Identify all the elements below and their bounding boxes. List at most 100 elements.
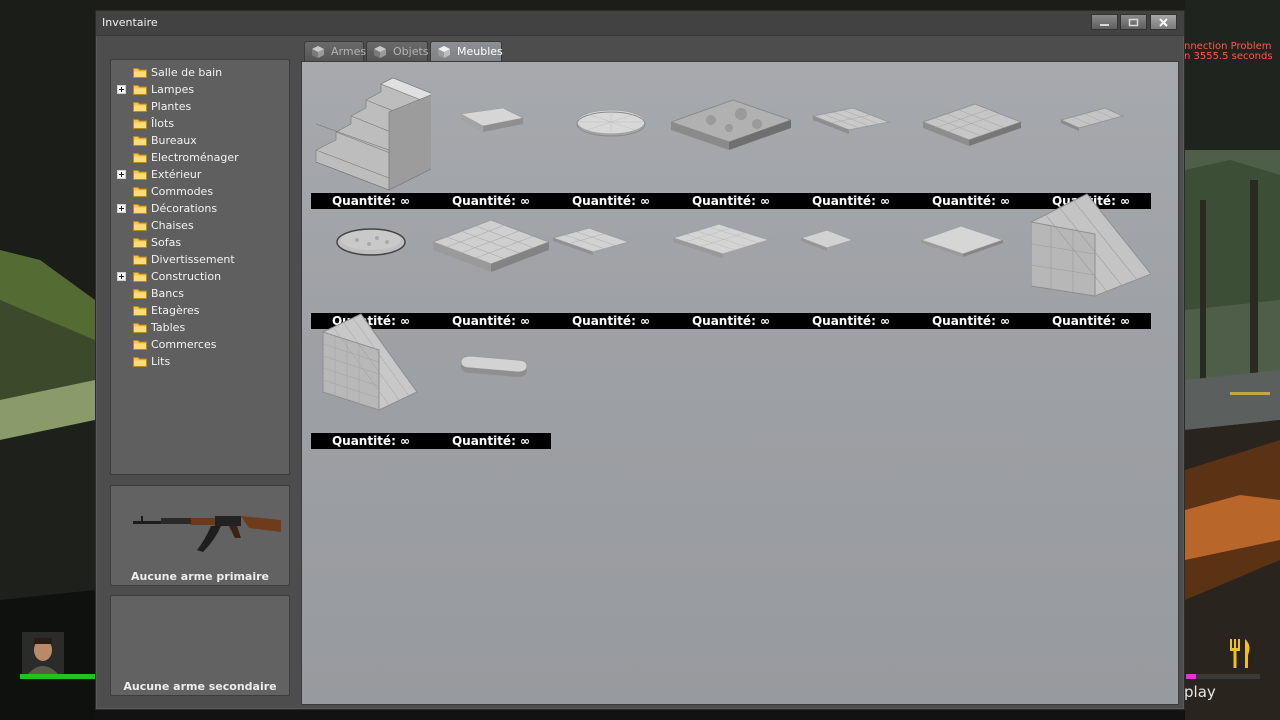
category-item[interactable]: Sofas [111, 234, 289, 251]
inventory-item[interactable]: Quantité: ∞ [671, 72, 791, 209]
category-item[interactable]: Commodes [111, 183, 289, 200]
category-item[interactable]: Îlots [111, 115, 289, 132]
roleplay-hud-text: play [1184, 683, 1216, 701]
close-button[interactable] [1150, 14, 1177, 30]
category-label: Extérieur [151, 168, 202, 181]
folder-icon [133, 85, 147, 95]
category-item[interactable]: Lampes [111, 81, 289, 98]
tab-label: Meubles [457, 45, 503, 58]
category-item[interactable]: Lits [111, 353, 289, 370]
category-item[interactable]: Bureaux [111, 132, 289, 149]
expand-icon[interactable] [117, 170, 126, 179]
inventory-item[interactable]: Quantité: ∞ [911, 192, 1031, 329]
tab-meubles[interactable]: Meubles [430, 41, 503, 62]
category-item[interactable]: Décorations [111, 200, 289, 217]
folder-icon [133, 119, 147, 129]
quantity-label: Quantité: ∞ [671, 313, 791, 329]
category-label: Bancs [151, 287, 185, 300]
cube-icon [312, 46, 324, 58]
category-label: Tables [151, 321, 186, 334]
furniture-model-icon [921, 103, 1023, 146]
inventory-item[interactable]: Quantité: ∞ [671, 192, 791, 329]
category-label: Plantes [151, 100, 192, 113]
furniture-model-icon [919, 225, 1005, 257]
category-item[interactable]: Etagères [111, 302, 289, 319]
inventory-item[interactable]: Quantité: ∞ [431, 192, 551, 329]
category-item[interactable]: Electroménager [111, 149, 289, 166]
folder-icon [133, 272, 147, 282]
close-icon [1159, 17, 1168, 27]
maximize-button[interactable] [1120, 14, 1147, 30]
category-item[interactable]: Plantes [111, 98, 289, 115]
folder-icon [133, 306, 147, 316]
minimize-button[interactable] [1091, 14, 1118, 30]
inventory-item[interactable]: Quantité: ∞ [431, 72, 551, 209]
category-item[interactable]: Chaises [111, 217, 289, 234]
category-label: Lampes [151, 83, 195, 96]
folder-icon [133, 289, 147, 299]
furniture-model-icon [551, 227, 631, 255]
category-label: Construction [151, 270, 222, 283]
category-item[interactable]: Construction [111, 268, 289, 285]
furniture-model-icon [460, 107, 524, 132]
inventory-item[interactable]: Quantité: ∞ [791, 192, 911, 329]
inventory-item[interactable]: Quantité: ∞ [551, 72, 671, 209]
folder-icon [133, 153, 147, 163]
folder-icon [133, 204, 147, 214]
window-titlebar[interactable]: Inventaire [96, 11, 1184, 36]
inventory-item[interactable]: Quantité: ∞ [551, 192, 671, 329]
folder-icon [133, 357, 147, 367]
quantity-label: Quantité: ∞ [551, 313, 671, 329]
folder-icon [133, 238, 147, 248]
quantity-label: Quantité: ∞ [311, 433, 431, 449]
category-item[interactable]: Bancs [111, 285, 289, 302]
player-avatar [22, 632, 64, 674]
furniture-model-icon [576, 109, 646, 137]
hunger-bar [1186, 674, 1260, 679]
category-item[interactable]: Extérieur [111, 166, 289, 183]
inventory-item[interactable]: Quantité: ∞ [311, 192, 431, 329]
window-title: Inventaire [102, 16, 158, 29]
tab-label: Armes [331, 45, 367, 58]
folder-icon [133, 170, 147, 180]
category-label: Etagères [151, 304, 200, 317]
expand-icon[interactable] [117, 85, 126, 94]
category-item[interactable]: Salle de bain [111, 64, 289, 81]
minimize-icon [1100, 23, 1109, 26]
inventory-window: Inventaire Salle de bain Lampes Plantes Îlo… [95, 10, 1185, 710]
inventory-item[interactable]: Quantité: ∞ [911, 72, 1031, 209]
category-label: Electroménager [151, 151, 239, 164]
category-label: Lits [151, 355, 171, 368]
expand-icon[interactable] [117, 272, 126, 281]
hunger-bar-fill [1186, 674, 1197, 679]
category-item[interactable]: Tables [111, 319, 289, 336]
furniture-model-icon [460, 355, 528, 377]
inventory-item[interactable]: Quantité: ∞ [311, 72, 431, 209]
furniture-model-icon [322, 313, 418, 411]
inventory-item[interactable]: Quantité: ∞ [1031, 192, 1151, 329]
inventory-item[interactable]: Quantité: ∞ [791, 72, 911, 209]
folder-icon [133, 255, 147, 265]
inventory-item[interactable]: Quantité: ∞ [311, 312, 431, 449]
secondary-weapon-slot[interactable]: Aucune arme secondaire [110, 595, 290, 696]
folder-icon [133, 340, 147, 350]
tab-armes[interactable]: Armes [304, 41, 367, 61]
folder-icon [133, 68, 147, 78]
category-item[interactable]: Divertissement [111, 251, 289, 268]
cube-icon [374, 46, 386, 58]
category-tree: Salle de bain Lampes Plantes Îlots Bureaux El… [110, 59, 290, 475]
tab-objets[interactable]: Objets [366, 41, 429, 61]
category-label: Salle de bain [151, 66, 223, 79]
expand-icon[interactable] [117, 204, 126, 213]
category-label: Bureaux [151, 134, 197, 147]
category-item[interactable]: Commerces [111, 336, 289, 353]
secondary-weapon-label: Aucune arme secondaire [123, 680, 277, 693]
cube-icon [438, 46, 450, 58]
furniture-model-icon [315, 77, 431, 191]
inventory-item[interactable]: Quantité: ∞ [1031, 72, 1151, 209]
inventory-item[interactable]: Quantité: ∞ [431, 312, 551, 449]
primary-weapon-slot[interactable]: Aucune arme primaire [110, 485, 290, 586]
maximize-icon [1128, 18, 1139, 26]
furniture-model-icon [1059, 107, 1125, 131]
quantity-label: Quantité: ∞ [911, 313, 1031, 329]
